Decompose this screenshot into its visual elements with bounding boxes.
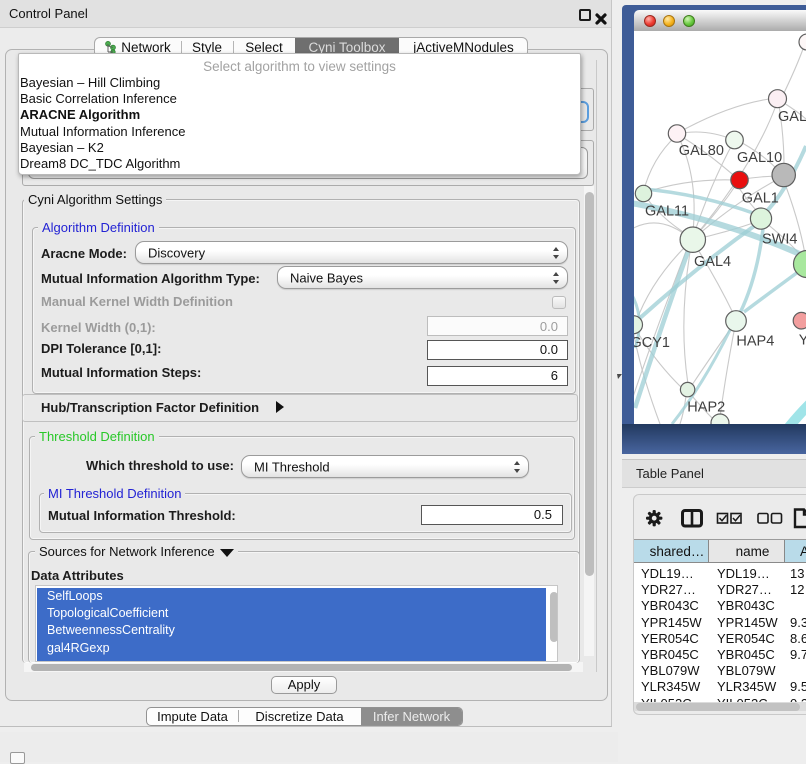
- svg-text:GAL80: GAL80: [679, 143, 724, 159]
- svg-text:HAP4: HAP4: [736, 334, 774, 350]
- svg-text:GAL10: GAL10: [737, 150, 782, 166]
- svg-text:GAL7: GAL7: [778, 109, 806, 125]
- svg-text:GCY1: GCY1: [634, 335, 670, 351]
- svg-text:YJ: YJ: [799, 333, 806, 349]
- svg-text:GAL11: GAL11: [645, 204, 689, 220]
- svg-text:SWI4: SWI4: [762, 232, 797, 248]
- svg-text:GAL4: GAL4: [694, 254, 731, 270]
- svg-text:GAL1: GAL1: [742, 191, 779, 207]
- svg-text:HAP2: HAP2: [687, 400, 725, 416]
